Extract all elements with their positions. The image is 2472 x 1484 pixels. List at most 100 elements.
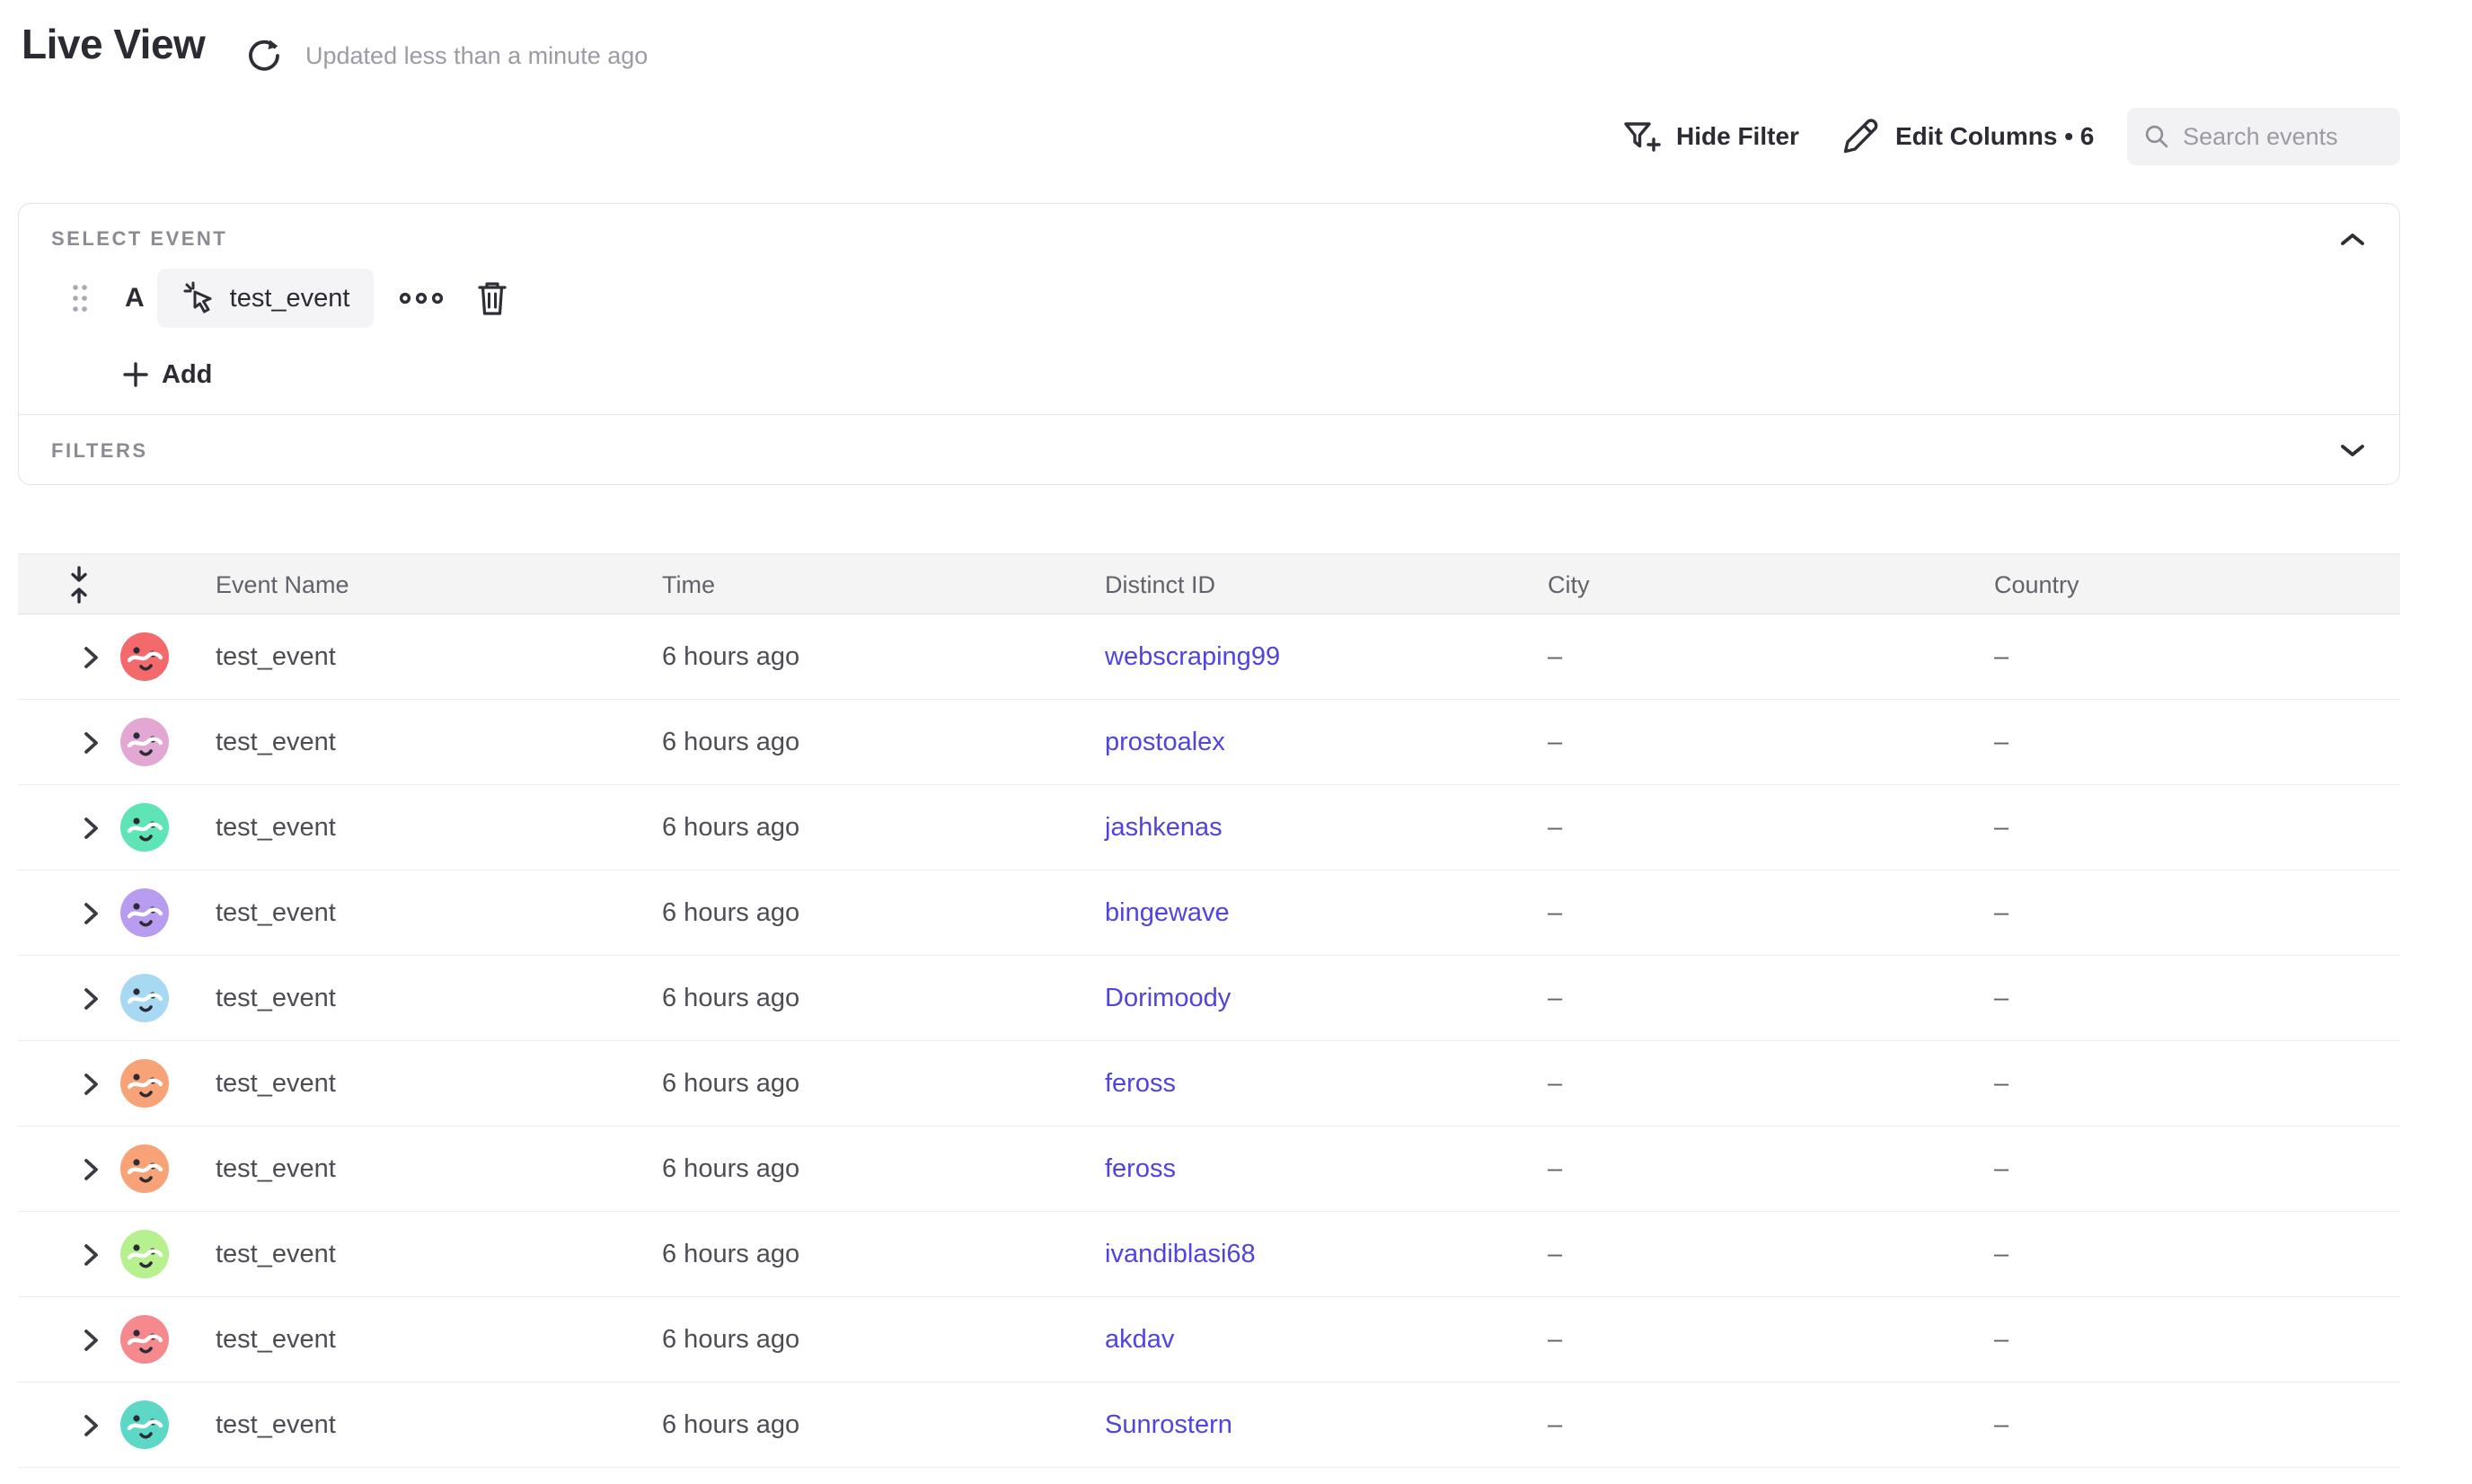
edit-columns-label: Edit Columns • 6 [1895,122,2094,151]
updated-status: Updated less than a minute ago [305,34,648,77]
event-name-cell: test_event [216,870,336,956]
time-cell: 6 hours ago [662,1126,799,1212]
avatar [120,1315,169,1364]
country-cell: – [1994,1041,2008,1126]
filters-expand-button[interactable] [2336,434,2369,466]
expand-row-button[interactable] [74,1297,110,1382]
search-events-input[interactable] [2183,123,2384,151]
cursor-click-icon [181,280,216,316]
city-cell: – [1548,1041,1562,1126]
search-events-box[interactable] [2127,108,2400,165]
expand-row-button[interactable] [74,614,110,700]
column-header: Event Name [216,554,349,615]
time-cell: 6 hours ago [662,956,799,1041]
hide-filter-button[interactable]: Hide Filter [1619,106,1799,167]
chevron-right-icon [82,1242,102,1268]
avatar [120,803,169,852]
city-cell: – [1548,956,1562,1041]
distinct-id-link[interactable]: akdav [1105,1297,1174,1382]
table-row: test_event 6 hours ago ivandiblasi68 – – [18,1212,2400,1297]
time-cell: 6 hours ago [662,1212,799,1297]
column-header: City [1548,554,1590,615]
chevron-right-icon [82,901,102,926]
clause-letter: A [125,283,145,314]
time-cell: 6 hours ago [662,700,799,785]
city-cell: – [1548,1126,1562,1212]
event-name-cell: test_event [216,1212,336,1297]
refresh-icon [244,36,284,75]
country-cell: – [1994,870,2008,956]
distinct-id-link[interactable]: Sunrostern [1105,1382,1232,1468]
chevron-right-icon [82,1328,102,1353]
filters-label: FILTERS [51,439,148,463]
event-name-cell: test_event [216,785,336,870]
distinct-id-link[interactable]: webscraping99 [1105,614,1280,700]
table-row: test_event 6 hours ago prostoalex – – [18,700,2400,785]
city-cell: – [1548,1382,1562,1468]
more-options-icon [398,291,445,305]
query-builder-card: SELECT EVENT A test_event [18,203,2400,485]
event-select-chip[interactable]: test_event [157,269,374,328]
expand-row-button[interactable] [74,1126,110,1212]
chevron-right-icon [82,1072,102,1097]
country-cell: – [1994,1382,2008,1468]
distinct-id-link[interactable]: feross [1105,1126,1176,1212]
table-row: test_event 6 hours ago Sunrostern – – [18,1382,2400,1468]
drag-handle[interactable] [69,280,93,316]
avatar [120,1230,169,1278]
distinct-id-link[interactable]: Dorimoody [1105,956,1231,1041]
chevron-right-icon [82,816,102,841]
event-name-cell: test_event [216,700,336,785]
city-cell: – [1548,700,1562,785]
table-row: test_event 6 hours ago Dorimoody – – [18,956,2400,1041]
distinct-id-link[interactable]: ivandiblasi68 [1105,1212,1256,1297]
table-row: test_event 6 hours ago bingewave – – [18,870,2400,956]
table-row: test_event 6 hours ago webscraping99 – – [18,614,2400,700]
event-chip-label: test_event [230,284,350,314]
collapse-rows-icon [61,566,97,604]
time-cell: 6 hours ago [662,1041,799,1126]
avatar [120,888,169,937]
event-name-cell: test_event [216,1126,336,1212]
country-cell: – [1994,1126,2008,1212]
select-event-collapse-button[interactable] [2336,224,2369,256]
expand-row-button[interactable] [74,700,110,785]
event-name-cell: test_event [216,1041,336,1126]
table-row: test_event 6 hours ago feross – – [18,1126,2400,1212]
select-event-label: SELECT EVENT [51,227,227,251]
table-row: test_event 6 hours ago jashkenas – – [18,785,2400,870]
expand-row-button[interactable] [74,1382,110,1468]
time-cell: 6 hours ago [662,870,799,956]
time-cell: 6 hours ago [662,1382,799,1468]
chevron-right-icon [82,1413,102,1438]
delete-event-button[interactable] [472,278,512,318]
add-button-label: Add [162,360,212,390]
expand-row-button[interactable] [74,785,110,870]
event-name-cell: test_event [216,1382,336,1468]
filters-section[interactable]: FILTERS [19,414,2399,484]
event-more-options-button[interactable] [397,280,446,316]
distinct-id-link[interactable]: prostoalex [1105,700,1225,785]
event-clause-row: A test_event [69,267,512,330]
event-name-cell: test_event [216,956,336,1041]
edit-columns-button[interactable]: Edit Columns • 6 [1840,106,2094,167]
distinct-id-link[interactable]: feross [1105,1041,1176,1126]
country-cell: – [1994,956,2008,1041]
avatar [120,1400,169,1449]
chevron-right-icon [82,986,102,1011]
avatar [120,718,169,766]
distinct-id-link[interactable]: bingewave [1105,870,1230,956]
distinct-id-link[interactable]: jashkenas [1105,785,1223,870]
expand-row-button[interactable] [74,956,110,1041]
city-cell: – [1548,870,1562,956]
table-body: test_event 6 hours ago webscraping99 – –… [18,614,2400,1468]
time-cell: 6 hours ago [662,1297,799,1382]
expand-row-button[interactable] [74,870,110,956]
expand-row-button[interactable] [74,1041,110,1126]
expand-row-button[interactable] [74,1212,110,1297]
collapse-all-rows-button[interactable] [61,566,97,604]
refresh-button[interactable] [243,34,286,77]
add-event-button[interactable]: Add [121,353,212,396]
column-header: Distinct ID [1105,554,1215,615]
plus-icon [121,360,150,389]
